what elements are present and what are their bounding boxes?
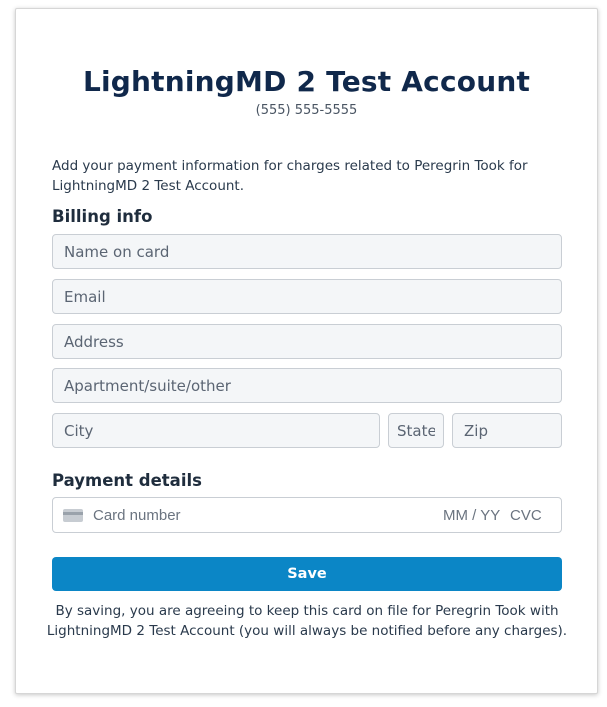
payment-card: LightningMD 2 Test Account (555) 555-555… [15, 8, 598, 694]
page-title: LightningMD 2 Test Account [82, 65, 531, 98]
credit-card-icon [63, 509, 83, 522]
disclaimer-text: By saving, you are agreeing to keep this… [46, 603, 568, 639]
billing-info-heading: Billing info [52, 207, 153, 226]
email-input[interactable] [52, 279, 562, 314]
cvc-placeholder[interactable]: CVC [510, 507, 542, 524]
state-input[interactable] [388, 413, 444, 448]
save-button[interactable]: Save [52, 557, 562, 591]
intro-text: Add your payment information for charges… [52, 158, 528, 194]
card-number-placeholder[interactable]: Card number [93, 507, 181, 524]
phone-number: (555) 555-5555 [255, 103, 358, 118]
city-input[interactable] [52, 413, 380, 448]
card-details-field[interactable]: Card number MM / YY CVC [52, 497, 562, 533]
payment-details-heading: Payment details [52, 471, 202, 490]
expiry-placeholder[interactable]: MM / YY [443, 507, 500, 524]
zip-input[interactable] [452, 413, 562, 448]
apartment-input[interactable] [52, 368, 562, 403]
name-on-card-input[interactable] [52, 234, 562, 269]
address-input[interactable] [52, 324, 562, 359]
